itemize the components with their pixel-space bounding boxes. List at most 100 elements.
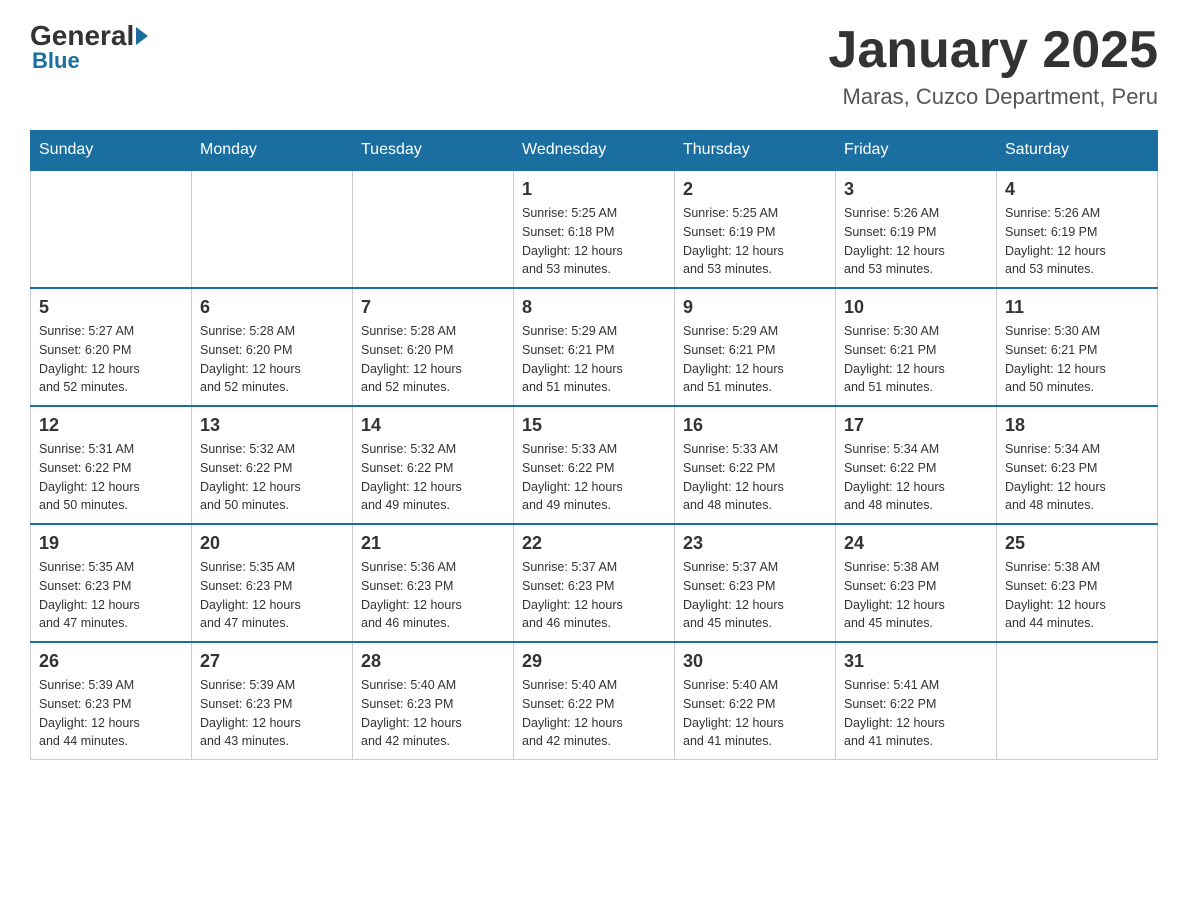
calendar-day-cell: 21 Sunrise: 5:36 AM Sunset: 6:23 PM Dayli… (353, 524, 514, 642)
calendar-day-cell: 31 Sunrise: 5:41 AM Sunset: 6:22 PM Dayli… (836, 642, 997, 760)
day-of-week-header: Monday (192, 131, 353, 171)
day-number: 12 (39, 415, 183, 436)
calendar-day-cell: 8 Sunrise: 5:29 AM Sunset: 6:21 PM Daylig… (514, 288, 675, 406)
calendar-day-cell (31, 170, 192, 288)
day-info: Sunrise: 5:34 AM Sunset: 6:22 PM Dayligh… (844, 440, 988, 515)
calendar-day-cell: 23Sunrise: 5:37 AM Sunset: 6:23 PM Dayli… (675, 524, 836, 642)
calendar-table: SundayMondayTuesdayWednesdayThursdayFrid… (30, 130, 1158, 760)
day-info: Sunrise: 5:37 AM Sunset: 6:23 PM Dayligh… (683, 558, 827, 633)
day-number: 24 (844, 533, 988, 554)
calendar-day-cell: 17 Sunrise: 5:34 AM Sunset: 6:22 PM Dayli… (836, 406, 997, 524)
day-number: 1 (522, 179, 666, 200)
day-info: Sunrise: 5:33 AM Sunset: 6:22 PM Dayligh… (683, 440, 827, 515)
day-of-week-header: Thursday (675, 131, 836, 171)
location-subtitle: Maras, Cuzco Department, Peru (828, 84, 1158, 110)
calendar-week-row: 5 Sunrise: 5:27 AM Sunset: 6:20 PM Daylig… (31, 288, 1158, 406)
day-info: Sunrise: 5:26 AM Sunset: 6:19 PM Dayligh… (1005, 204, 1149, 279)
day-info: Sunrise: 5:30 AM Sunset: 6:21 PM Dayligh… (1005, 322, 1149, 397)
calendar-day-cell: 26 Sunrise: 5:39 AM Sunset: 6:23 PM Dayli… (31, 642, 192, 760)
days-of-week-row: SundayMondayTuesdayWednesdayThursdayFrid… (31, 131, 1158, 171)
day-number: 26 (39, 651, 183, 672)
calendar-day-cell: 1 Sunrise: 5:25 AM Sunset: 6:18 PM Daylig… (514, 170, 675, 288)
day-number: 9 (683, 297, 827, 318)
calendar-day-cell: 30 Sunrise: 5:40 AM Sunset: 6:22 PM Dayli… (675, 642, 836, 760)
calendar-day-cell: 9 Sunrise: 5:29 AM Sunset: 6:21 PM Daylig… (675, 288, 836, 406)
day-of-week-header: Saturday (997, 131, 1158, 171)
day-number: 10 (844, 297, 988, 318)
calendar-day-cell: 22Sunrise: 5:37 AM Sunset: 6:23 PM Dayli… (514, 524, 675, 642)
calendar-day-cell: 29 Sunrise: 5:40 AM Sunset: 6:22 PM Dayli… (514, 642, 675, 760)
calendar-day-cell: 16Sunrise: 5:33 AM Sunset: 6:22 PM Dayli… (675, 406, 836, 524)
day-number: 13 (200, 415, 344, 436)
day-number: 8 (522, 297, 666, 318)
calendar-week-row: 12 Sunrise: 5:31 AM Sunset: 6:22 PM Dayli… (31, 406, 1158, 524)
day-number: 31 (844, 651, 988, 672)
day-info: Sunrise: 5:25 AM Sunset: 6:18 PM Dayligh… (522, 204, 666, 279)
day-info: Sunrise: 5:29 AM Sunset: 6:21 PM Dayligh… (683, 322, 827, 397)
day-info: Sunrise: 5:40 AM Sunset: 6:23 PM Dayligh… (361, 676, 505, 751)
calendar-day-cell: 11Sunrise: 5:30 AM Sunset: 6:21 PM Dayli… (997, 288, 1158, 406)
title-area: January 2025 Maras, Cuzco Department, Pe… (828, 20, 1158, 110)
day-info: Sunrise: 5:39 AM Sunset: 6:23 PM Dayligh… (200, 676, 344, 751)
calendar-body: 1 Sunrise: 5:25 AM Sunset: 6:18 PM Daylig… (31, 170, 1158, 760)
day-info: Sunrise: 5:40 AM Sunset: 6:22 PM Dayligh… (683, 676, 827, 751)
day-info: Sunrise: 5:26 AM Sunset: 6:19 PM Dayligh… (844, 204, 988, 279)
day-number: 29 (522, 651, 666, 672)
calendar-day-cell: 12 Sunrise: 5:31 AM Sunset: 6:22 PM Dayli… (31, 406, 192, 524)
day-info: Sunrise: 5:34 AM Sunset: 6:23 PM Dayligh… (1005, 440, 1149, 515)
day-number: 19 (39, 533, 183, 554)
day-info: Sunrise: 5:27 AM Sunset: 6:20 PM Dayligh… (39, 322, 183, 397)
calendar-day-cell: 18Sunrise: 5:34 AM Sunset: 6:23 PM Dayli… (997, 406, 1158, 524)
calendar-day-cell: 25Sunrise: 5:38 AM Sunset: 6:23 PM Dayli… (997, 524, 1158, 642)
day-number: 14 (361, 415, 505, 436)
day-of-week-header: Friday (836, 131, 997, 171)
calendar-day-cell: 28 Sunrise: 5:40 AM Sunset: 6:23 PM Dayli… (353, 642, 514, 760)
day-info: Sunrise: 5:35 AM Sunset: 6:23 PM Dayligh… (200, 558, 344, 633)
day-number: 22 (522, 533, 666, 554)
page-header: General Blue January 2025 Maras, Cuzco D… (30, 20, 1158, 110)
calendar-day-cell (997, 642, 1158, 760)
day-info: Sunrise: 5:35 AM Sunset: 6:23 PM Dayligh… (39, 558, 183, 633)
day-number: 7 (361, 297, 505, 318)
day-info: Sunrise: 5:32 AM Sunset: 6:22 PM Dayligh… (200, 440, 344, 515)
day-number: 25 (1005, 533, 1149, 554)
day-info: Sunrise: 5:28 AM Sunset: 6:20 PM Dayligh… (361, 322, 505, 397)
day-number: 28 (361, 651, 505, 672)
calendar-day-cell (353, 170, 514, 288)
day-of-week-header: Wednesday (514, 131, 675, 171)
day-info: Sunrise: 5:36 AM Sunset: 6:23 PM Dayligh… (361, 558, 505, 633)
day-info: Sunrise: 5:33 AM Sunset: 6:22 PM Dayligh… (522, 440, 666, 515)
day-of-week-header: Tuesday (353, 131, 514, 171)
day-number: 17 (844, 415, 988, 436)
day-info: Sunrise: 5:40 AM Sunset: 6:22 PM Dayligh… (522, 676, 666, 751)
day-number: 5 (39, 297, 183, 318)
calendar-day-cell: 3 Sunrise: 5:26 AM Sunset: 6:19 PM Daylig… (836, 170, 997, 288)
day-info: Sunrise: 5:41 AM Sunset: 6:22 PM Dayligh… (844, 676, 988, 751)
calendar-week-row: 1 Sunrise: 5:25 AM Sunset: 6:18 PM Daylig… (31, 170, 1158, 288)
day-info: Sunrise: 5:32 AM Sunset: 6:22 PM Dayligh… (361, 440, 505, 515)
calendar-day-cell: 20 Sunrise: 5:35 AM Sunset: 6:23 PM Dayli… (192, 524, 353, 642)
day-info: Sunrise: 5:31 AM Sunset: 6:22 PM Dayligh… (39, 440, 183, 515)
calendar-day-cell: 24 Sunrise: 5:38 AM Sunset: 6:23 PM Dayli… (836, 524, 997, 642)
day-info: Sunrise: 5:30 AM Sunset: 6:21 PM Dayligh… (844, 322, 988, 397)
day-number: 20 (200, 533, 344, 554)
day-info: Sunrise: 5:25 AM Sunset: 6:19 PM Dayligh… (683, 204, 827, 279)
calendar-week-row: 19 Sunrise: 5:35 AM Sunset: 6:23 PM Dayli… (31, 524, 1158, 642)
day-info: Sunrise: 5:28 AM Sunset: 6:20 PM Dayligh… (200, 322, 344, 397)
calendar-day-cell: 13 Sunrise: 5:32 AM Sunset: 6:22 PM Dayli… (192, 406, 353, 524)
day-info: Sunrise: 5:38 AM Sunset: 6:23 PM Dayligh… (844, 558, 988, 633)
calendar-day-cell: 19 Sunrise: 5:35 AM Sunset: 6:23 PM Dayli… (31, 524, 192, 642)
day-info: Sunrise: 5:39 AM Sunset: 6:23 PM Dayligh… (39, 676, 183, 751)
day-info: Sunrise: 5:29 AM Sunset: 6:21 PM Dayligh… (522, 322, 666, 397)
calendar-day-cell: 4 Sunrise: 5:26 AM Sunset: 6:19 PM Daylig… (997, 170, 1158, 288)
day-number: 3 (844, 179, 988, 200)
day-number: 30 (683, 651, 827, 672)
calendar-day-cell: 7 Sunrise: 5:28 AM Sunset: 6:20 PM Daylig… (353, 288, 514, 406)
main-title: January 2025 (828, 20, 1158, 80)
day-number: 21 (361, 533, 505, 554)
day-number: 4 (1005, 179, 1149, 200)
calendar-day-cell: 10 Sunrise: 5:30 AM Sunset: 6:21 PM Dayli… (836, 288, 997, 406)
day-number: 27 (200, 651, 344, 672)
day-number: 15 (522, 415, 666, 436)
day-number: 6 (200, 297, 344, 318)
